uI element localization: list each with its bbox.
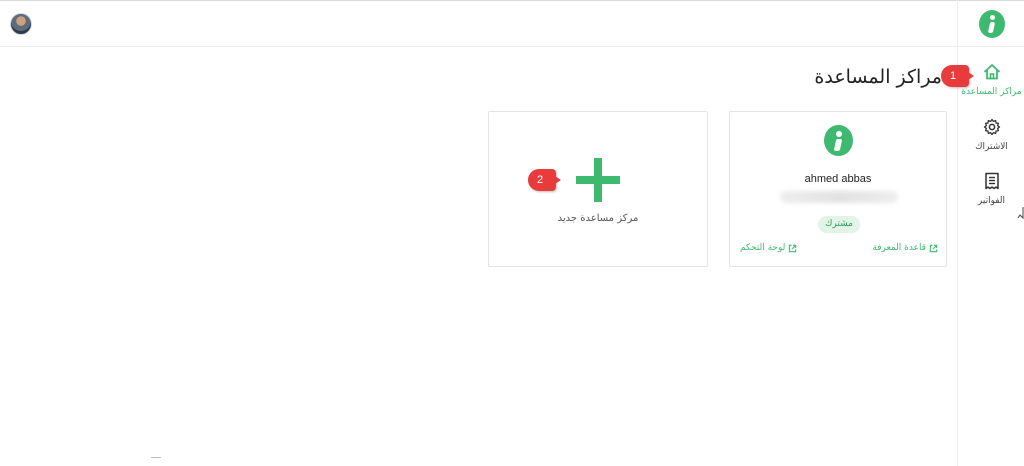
blurred-url xyxy=(780,191,898,203)
new-help-center-label: مركز مساعدة جديد xyxy=(557,213,639,224)
sidebar-item-subscription[interactable]: الاشتراك xyxy=(958,117,1024,152)
info-logo-icon[interactable] xyxy=(979,10,1005,38)
dashboard-link[interactable]: لوحة التحكم xyxy=(740,243,797,253)
sidebar-item-label: مراكز المساعدة xyxy=(961,87,1022,97)
sidebar-item-label: الفواتير xyxy=(977,196,1006,206)
invoice-icon xyxy=(984,172,999,190)
top-bar xyxy=(0,0,957,47)
home-icon xyxy=(983,64,1000,80)
help-center-logo-icon xyxy=(824,125,853,156)
page-title: مراكز المساعدة xyxy=(814,66,942,88)
plus-icon xyxy=(576,158,620,202)
knowledge-base-link[interactable]: قاعدة المعرفة xyxy=(872,243,938,253)
status-badge: مشترك xyxy=(818,216,860,233)
user-avatar[interactable] xyxy=(10,13,32,35)
external-link-icon xyxy=(789,244,797,252)
knowledge-base-label: قاعدة المعرفة xyxy=(872,243,926,253)
sidebar-item-label: الاشتراك xyxy=(975,142,1008,152)
sidebar-item-invoices[interactable]: الفواتير xyxy=(958,171,1024,206)
gear-icon xyxy=(983,118,1000,136)
external-link-icon xyxy=(929,244,938,252)
sidebar-logo-area xyxy=(958,0,1024,47)
divider xyxy=(151,457,161,458)
help-center-name: ahmed abbas xyxy=(804,173,872,185)
help-center-card[interactable]: ahmed abbas مشترك قاعدة المعرفة لوحة الت… xyxy=(729,111,947,267)
dashboard-label: لوحة التحكم xyxy=(740,243,786,253)
mouse-cursor-icon xyxy=(1017,207,1024,220)
new-help-center-card[interactable]: مركز مساعدة جديد xyxy=(488,111,708,267)
